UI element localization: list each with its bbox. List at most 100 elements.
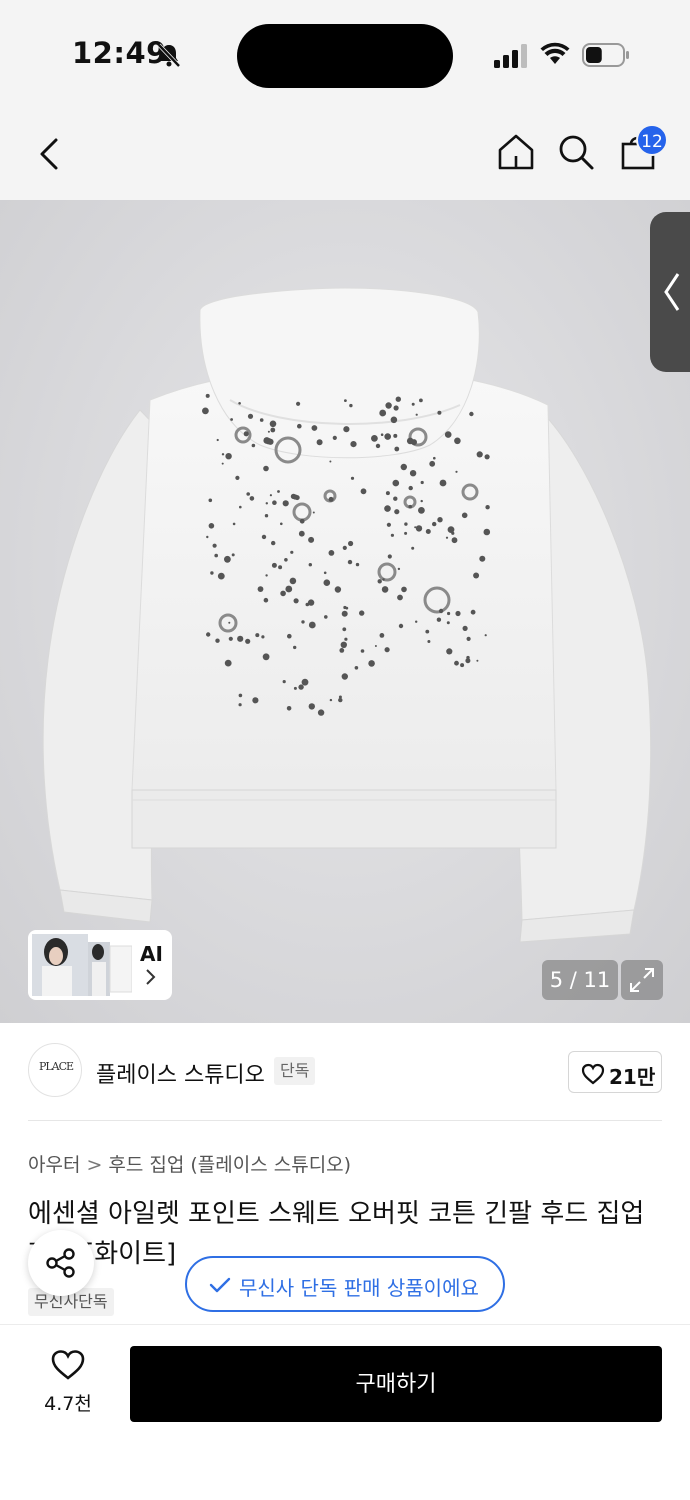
hoodie-stud-dot bbox=[437, 517, 443, 523]
hoodie-stud-dot bbox=[401, 586, 407, 593]
hoodie-stud-dot bbox=[394, 509, 400, 515]
hoodie-stud-dot bbox=[444, 431, 452, 438]
hoodie-stud-dot bbox=[395, 396, 401, 402]
hoodie-stud-dot bbox=[341, 610, 348, 617]
hoodie-stud-dot bbox=[265, 438, 272, 445]
hoodie-stud-dot bbox=[278, 565, 283, 570]
expand-icon bbox=[630, 968, 654, 992]
hoodie-stud-dot bbox=[350, 441, 357, 448]
hoodie-stud-dot bbox=[208, 498, 213, 503]
hoodie-stud-dot bbox=[484, 454, 490, 460]
hoodie-stud-dot bbox=[484, 634, 487, 637]
hoodie-stud-dot bbox=[354, 666, 359, 670]
hoodie-stud-dot bbox=[206, 632, 211, 637]
hoodie-stud-dot bbox=[379, 633, 385, 638]
brand-logo[interactable]: PLACE bbox=[28, 1043, 82, 1097]
hoodie-stud-dot bbox=[445, 536, 449, 539]
hoodie-stud-dot bbox=[398, 623, 404, 629]
hoodie-stud-dot bbox=[301, 620, 305, 624]
share-icon bbox=[46, 1248, 75, 1278]
product-image-gallery[interactable]: AI 5 / 11 bbox=[0, 200, 690, 1023]
section-divider bbox=[28, 1120, 662, 1121]
breadcrumb: 아우터 > 후드 집업 (플레이스 스튜디오) bbox=[28, 1150, 351, 1177]
hoodie-stud-dot bbox=[259, 418, 264, 422]
hoodie-stud-dot bbox=[393, 496, 398, 501]
hoodie-stud-dot bbox=[380, 433, 384, 436]
status-bar: 12:49 bbox=[0, 0, 690, 110]
hoodie-stud-dot bbox=[381, 586, 389, 593]
hoodie-stud-dot bbox=[447, 526, 455, 533]
hoodie-stud-dot bbox=[238, 693, 243, 698]
hoodie-stud-dot bbox=[214, 553, 218, 558]
hoodie-stud-dot bbox=[328, 550, 335, 556]
hoodie-stud-dot bbox=[308, 621, 316, 629]
wishlist-button[interactable]: 4.7천 bbox=[28, 1349, 108, 1421]
hoodie-stud-dot bbox=[454, 437, 461, 445]
cart-count-badge: 12 bbox=[636, 124, 668, 156]
brand-like-count: 21만 bbox=[609, 1065, 656, 1089]
hoodie-stud-dot bbox=[473, 572, 480, 579]
hoodie-stud-dot bbox=[461, 512, 468, 519]
hoodie-stud-dot bbox=[432, 521, 437, 527]
breadcrumb-category[interactable]: 아우터 bbox=[28, 1154, 80, 1176]
hoodie-stud-dot bbox=[332, 435, 337, 440]
hoodie-stud-dot bbox=[317, 709, 325, 716]
hoodie-stud-dot bbox=[429, 460, 436, 467]
hoodie-stud-dot bbox=[341, 673, 348, 680]
home-icon[interactable] bbox=[494, 130, 538, 174]
hoodie-stud-dot bbox=[447, 611, 451, 616]
hoodie-stud-dot bbox=[340, 641, 347, 648]
hoodie-stud-dot bbox=[224, 659, 232, 667]
hoodie-stud-dot bbox=[215, 638, 220, 643]
hoodie-stud-dot bbox=[420, 499, 423, 503]
hoodie-stud-dot bbox=[261, 635, 265, 639]
hoodie-stud-dot bbox=[393, 405, 399, 411]
hoodie-stud-dot bbox=[479, 555, 486, 562]
hoodie-stud-dot bbox=[350, 476, 355, 480]
hoodie-stud-dot bbox=[349, 403, 353, 408]
hoodie-stud-dot bbox=[221, 453, 225, 456]
hoodie-stud-dot bbox=[239, 505, 242, 509]
share-button[interactable] bbox=[28, 1230, 94, 1296]
fullscreen-button[interactable] bbox=[621, 960, 663, 1000]
bottom-action-bar: 4.7천 구매하기 bbox=[0, 1324, 690, 1500]
hoodie-stud-dot bbox=[286, 706, 292, 711]
hoodie-stud-dot bbox=[247, 413, 254, 419]
hoodie-stud-dot bbox=[466, 655, 470, 660]
hoodie-stud-dot bbox=[238, 703, 242, 707]
hoodie-stud-dot bbox=[255, 633, 260, 638]
hoodie-stud-dot bbox=[293, 598, 299, 604]
hoodie-stud-dot bbox=[368, 660, 375, 667]
hoodie-stud-dot bbox=[377, 579, 382, 584]
search-icon[interactable] bbox=[554, 130, 598, 174]
breadcrumb-subcategory[interactable]: 후드 집업 (플레이스 스튜디오) bbox=[108, 1154, 351, 1176]
hoodie-stud-dot bbox=[454, 660, 459, 666]
hoodie-stud-dot bbox=[347, 559, 353, 565]
hoodie-stud-dot bbox=[243, 431, 249, 437]
side-panel-handle[interactable] bbox=[650, 212, 690, 372]
brand-like-button[interactable]: 21만 bbox=[568, 1051, 662, 1093]
hoodie-stud-dot bbox=[277, 490, 280, 493]
hoodie-stud-dot bbox=[384, 647, 390, 653]
hoodie-stud-dot bbox=[408, 504, 413, 509]
hoodie-stud-dot bbox=[228, 636, 233, 641]
heart-icon bbox=[51, 1350, 85, 1380]
hoodie-stud-dot bbox=[436, 617, 442, 622]
back-arrow-icon[interactable] bbox=[30, 132, 74, 176]
hoodie-stud-dot bbox=[374, 645, 377, 647]
exclusive-badge: 단독 bbox=[274, 1057, 316, 1085]
hoodie-stud-dot bbox=[208, 523, 215, 529]
hoodie-stud-dot bbox=[390, 416, 398, 424]
hoodie-stud-dot bbox=[245, 638, 251, 644]
brand-name-link[interactable]: 플레이스 스튜디오 bbox=[96, 1057, 265, 1089]
buy-button[interactable]: 구매하기 bbox=[130, 1346, 662, 1422]
hoodie-stud-dot bbox=[224, 555, 231, 563]
hoodie-stud-dot bbox=[323, 571, 327, 575]
hoodie-stud-dot bbox=[324, 615, 328, 619]
wishlist-count: 4.7천 bbox=[44, 1393, 92, 1415]
hoodie-stud-dot bbox=[280, 522, 283, 526]
ai-styling-thumbnail[interactable]: AI bbox=[28, 930, 172, 1000]
hoodie-stud-dot bbox=[415, 525, 423, 532]
hoodie-stud-dot bbox=[287, 633, 292, 639]
hoodie-stud-dot bbox=[455, 470, 458, 473]
